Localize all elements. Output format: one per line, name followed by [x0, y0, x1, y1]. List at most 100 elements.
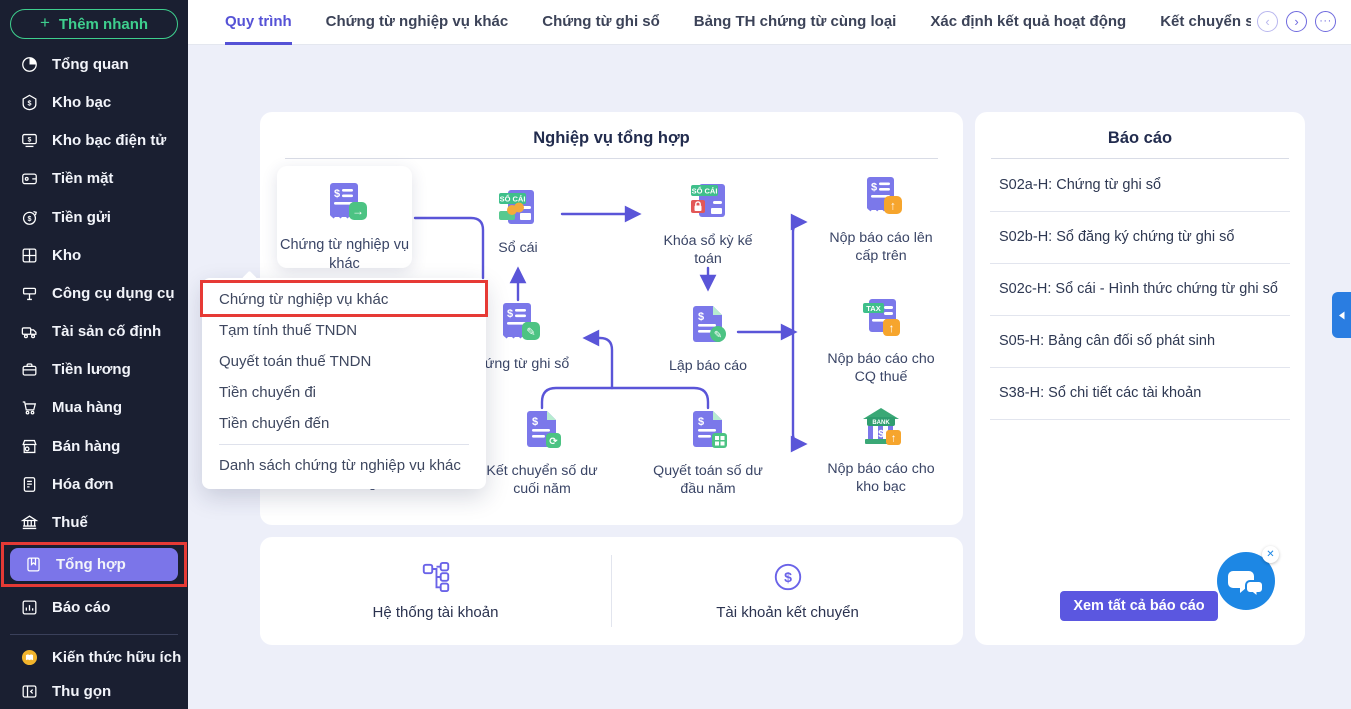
treasury-icon: $ [19, 93, 39, 112]
chat-widget[interactable]: ✕ [1216, 546, 1279, 611]
node-label: Nộp báo cáo lên cấp trên [829, 230, 933, 265]
sidebar-item-tien-mat[interactable]: Tiền mặt [0, 160, 188, 198]
sidebar-item-thu-gon[interactable]: Thu gọn [0, 675, 188, 709]
sidebar-item-tai-san-co-dinh[interactable]: Tài sản cố định [0, 312, 188, 350]
svg-text:$: $ [871, 182, 877, 194]
svg-text:$: $ [27, 99, 31, 107]
node-label: Lập báo cáo [668, 358, 748, 374]
reports-title-divider [991, 158, 1289, 159]
cash-icon [19, 169, 39, 188]
menu-item-tien-chuyen-di[interactable]: Tiền chuyển đi [202, 377, 486, 408]
report-item-s05[interactable]: S05-H: Bảng cân đối số phát sinh [990, 316, 1290, 369]
view-all-reports-button[interactable]: Xem tất cả báo cáo [1060, 591, 1218, 621]
transfer-account-link[interactable]: $ Tài khoản kết chuyển [612, 537, 963, 645]
node-label: Nộp báo cáo cho kho bạc [827, 461, 935, 496]
tab-nav-controls: ‹ › ··· [1251, 11, 1336, 32]
sales-icon [19, 437, 39, 456]
sidebar-item-tien-gui[interactable]: $ Tiền gửi [0, 198, 188, 236]
sidebar-item-thue[interactable]: Thuế [0, 503, 188, 541]
svg-text:→: → [352, 204, 364, 218]
node-nop-cq-thue[interactable]: TAX ↑ Nộp báo cáo cho CQ thuế [822, 293, 940, 387]
warehouse-icon [19, 246, 39, 265]
annotation-box-tong-hop: Tổng hợp [1, 542, 187, 588]
node-label: Quyết toán số dư đầu năm [653, 463, 763, 498]
document-refresh-icon: $ ⟳ [527, 411, 561, 448]
node-so-cai[interactable]: SỔ CÁI Sổ cái [459, 182, 577, 257]
salary-icon [19, 360, 39, 379]
node-label: Khóa sổ kỳ kế toán [663, 233, 753, 268]
report-item-s02a[interactable]: S02a-H: Chứng từ ghi sổ [990, 160, 1290, 213]
tabs-next-icon[interactable]: › [1286, 11, 1307, 32]
dollar-circle-icon: $ [774, 563, 801, 591]
reports-title: Báo cáo [1107, 129, 1173, 147]
sidebar-divider [10, 633, 178, 635]
deposit-icon: $ [19, 208, 39, 227]
node-label: Sổ cái [498, 240, 538, 256]
overview-icon [19, 55, 39, 74]
sidebar-item-tong-hop[interactable]: Tổng hợp [10, 548, 178, 582]
receipt-edit-icon: $ ✎ [503, 303, 540, 340]
sidebar-item-tien-luong[interactable]: Tiền lương [0, 351, 188, 389]
tab-bang-th-chung-tu[interactable]: Bảng TH chứng từ cùng loại [694, 0, 897, 45]
tab-chung-tu-ghi-so[interactable]: Chứng từ ghi sổ [542, 0, 660, 45]
quick-add-button[interactable]: + Thêm nhanh [10, 9, 178, 40]
main-content: Nghiệp vụ tổng hợp $ → Chứng từ nghiệp v… [188, 45, 1351, 709]
tabs-prev-icon[interactable]: ‹ [1257, 11, 1278, 32]
sidebar-item-hoa-don[interactable]: Hóa đơn [0, 465, 188, 503]
menu-item-danh-sach[interactable]: Danh sách chứng từ nghiệp vụ khác [202, 450, 486, 481]
svg-text:TAX: TAX [866, 304, 880, 313]
node-khoa-so[interactable]: SỔ CÁI Khóa sổ kỳ kế toán [649, 175, 767, 269]
account-system-label: Hệ thống tài khoản [372, 604, 499, 621]
svg-text:BANK: BANK [872, 420, 890, 426]
node-lap-bao-cao[interactable]: $ ✎ Lập báo cáo [649, 300, 767, 375]
sidebar-item-kho[interactable]: Kho [0, 236, 188, 274]
menu-item-tien-chuyen-den[interactable]: Tiền chuyển đến [202, 408, 486, 439]
tab-quy-trinh[interactable]: Quy trình [225, 0, 292, 45]
panel-expand-tab[interactable] [1332, 292, 1351, 338]
general-ledger-icon [23, 555, 43, 574]
node-chung-tu-nghiep-vu-khac[interactable]: $ → Chứng từ nghiệp vụ khác [277, 166, 412, 272]
sidebar-item-kien-thuc[interactable]: Kiến thức hữu ích [0, 641, 188, 675]
report-icon [19, 598, 39, 617]
svg-text:↑: ↑ [889, 321, 895, 335]
sidebar-item-cong-cu-dung-cu[interactable]: Công cụ dụng cụ [0, 274, 188, 312]
sidebar-item-bao-cao[interactable]: Báo cáo [0, 588, 188, 626]
svg-text:⟳: ⟳ [549, 437, 558, 448]
account-system-link[interactable]: Hệ thống tài khoản [260, 537, 611, 645]
node-nop-kho-bac[interactable]: BANK $ ↑ Nộp báo cáo cho kho bạc [822, 403, 940, 497]
sidebar-item-tong-quan[interactable]: Tổng quan [0, 45, 188, 83]
menu-item-chung-tu-nghiep-vu-khac[interactable]: Chứng từ nghiệp vụ khác [202, 284, 486, 315]
node-label: Nộp báo cáo cho CQ thuế [827, 351, 935, 386]
topbar: Quy trình Chứng từ nghiệp vụ khác Chứng … [188, 0, 1351, 45]
svg-text:SỔ CÁI: SỔ CÁI [692, 187, 718, 196]
node-nop-cap-tren[interactable]: $ ↑ Nộp báo cáo lên cấp trên [822, 172, 940, 266]
node-label: Kết chuyển số dư cuối năm [486, 463, 598, 498]
sidebar-item-mua-hang[interactable]: Mua hàng [0, 389, 188, 427]
tab-xac-dinh-ket-qua[interactable]: Xác định kết quả hoạt động [930, 0, 1126, 45]
sidebar-item-kho-bac-dien-tu[interactable]: $ Kho bạc điện tử [0, 122, 188, 160]
svg-text:↑: ↑ [891, 433, 897, 445]
app-window: + Thêm nhanh Tổng quan $ Kho bạc $ Kho b… [0, 0, 1351, 709]
report-item-s38[interactable]: S38-H: Sổ chi tiết các tài khoản [990, 368, 1290, 421]
chevron-left-icon [1339, 311, 1345, 319]
e-treasury-icon: $ [19, 131, 39, 150]
node-ket-chuyen-so-du[interactable]: $ ⟳ Kết chuyển số dư cuối năm [483, 405, 601, 499]
tab-chung-tu-nghiep-vu-khac[interactable]: Chứng từ nghiệp vụ khác [326, 0, 509, 45]
svg-text:$: $ [532, 416, 538, 428]
sidebar-item-ban-hang[interactable]: Bán hàng [0, 427, 188, 465]
report-item-s02b[interactable]: S02b-H: Sổ đăng ký chứng từ ghi sổ [990, 212, 1290, 265]
report-item-s02c[interactable]: S02c-H: Sổ cái - Hình thức chứng từ ghi … [990, 264, 1290, 317]
menu-item-quyet-toan-thue[interactable]: Quyết toán thuế TNDN [202, 346, 486, 377]
menu-item-tam-tinh-thue[interactable]: Tạm tính thuế TNDN [202, 315, 486, 346]
tabs-more-icon[interactable]: ··· [1315, 11, 1336, 32]
tax-icon [19, 513, 39, 532]
receipt-upload-icon: $ ↑ [867, 177, 902, 214]
tab-ket-chuyen[interactable]: Kết chuyển s [1160, 0, 1253, 45]
sidebar-item-kho-bac[interactable]: $ Kho bạc [0, 84, 188, 122]
chat-close-icon[interactable]: ✕ [1262, 546, 1279, 563]
node-quyet-toan-so-du[interactable]: $ Quyết toán số dư đầu năm [649, 405, 767, 499]
knowledge-icon [19, 648, 39, 667]
svg-text:$: $ [27, 215, 31, 223]
svg-text:✎: ✎ [714, 330, 722, 341]
account-tree-icon [422, 561, 449, 593]
